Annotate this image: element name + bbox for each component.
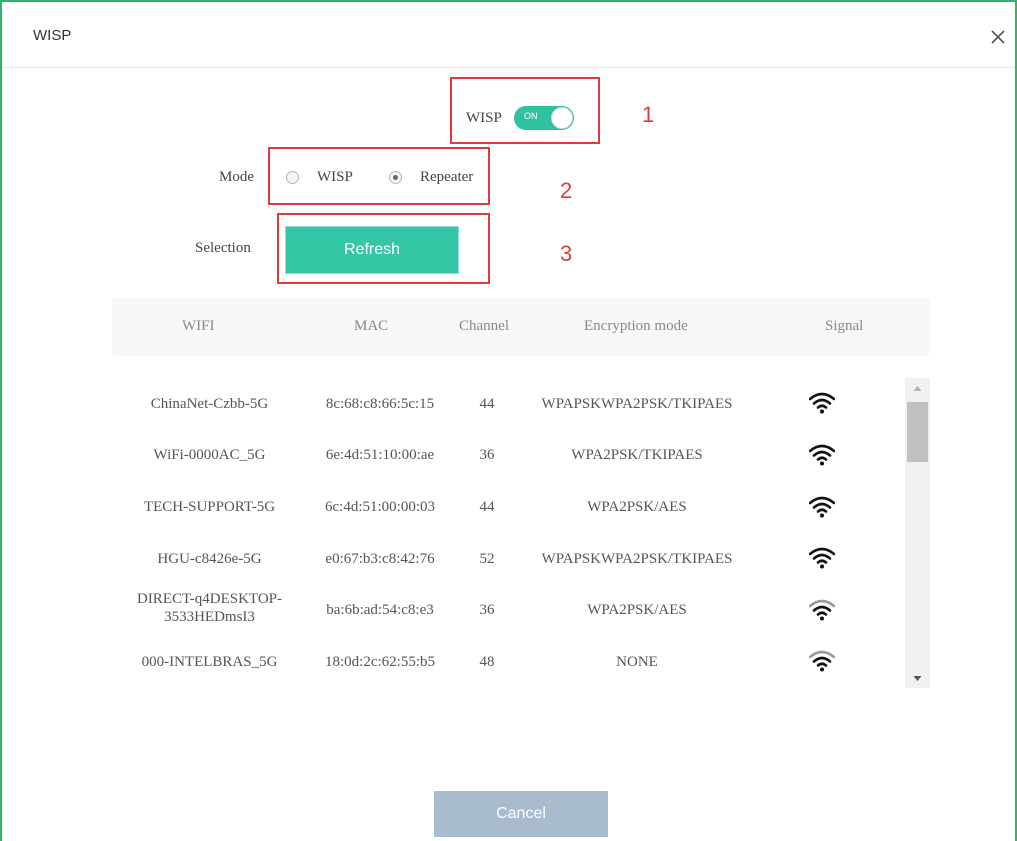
- cell-channel: 52: [479, 551, 495, 567]
- table-row[interactable]: ChinaNet-Czbb-5G 8c:68:c8:66:5c:15 44 WP…: [112, 378, 902, 430]
- cell-mac: 6e:4d:51:10:00:ae: [325, 447, 435, 463]
- table-row[interactable]: TECH-SUPPORT-5G 6c:4d:51:00:00:03 44 WPA…: [112, 482, 902, 534]
- radio-repeater-label: Repeater: [420, 169, 474, 185]
- toggle-knob: [551, 107, 573, 129]
- scroll-up-arrow-icon[interactable]: [905, 378, 930, 398]
- scroll-down-arrow-icon[interactable]: [905, 668, 930, 688]
- wifi-signal-medium-icon: [808, 599, 836, 626]
- cell-channel: 36: [479, 602, 495, 618]
- wisp-dialog: WISP 1 2 3 WISP ON Mode WISP Repeater Se…: [0, 0, 1017, 841]
- mode-option-repeater[interactable]: Repeater: [389, 169, 473, 186]
- table-header: WIFI MAC Channel Encryption mode Signal: [112, 298, 930, 356]
- table-row[interactable]: HGU-c8426e-5G e0:67:b3:c8:42:76 52 WPAPS…: [112, 534, 902, 586]
- wifi-signal-strong-icon: [808, 547, 836, 574]
- cell-wifi: TECH-SUPPORT-5G: [143, 499, 276, 515]
- wisp-toggle-switch[interactable]: ON: [514, 106, 574, 130]
- wisp-toggle-label: WISP: [466, 110, 502, 126]
- mode-option-wisp[interactable]: WISP: [286, 169, 353, 186]
- radio-wisp-label: WISP: [317, 169, 353, 185]
- cell-channel: 36: [479, 447, 495, 463]
- cell-mac: 18:0d:2c:62:55:b5: [325, 654, 435, 670]
- table-row[interactable]: DIRECT-q4DESKTOP-3533HEDmsI3 ba:6b:ad:54…: [112, 586, 902, 638]
- table-scrollbar[interactable]: [905, 378, 930, 688]
- header-mac: MAC: [354, 318, 389, 334]
- scroll-thumb[interactable]: [907, 402, 928, 462]
- cell-encryption: WPA2PSK/AES: [587, 602, 687, 618]
- mode-label: Mode: [219, 169, 254, 185]
- close-icon[interactable]: [987, 26, 1009, 48]
- radio-repeater[interactable]: [389, 171, 402, 184]
- header-signal: Signal: [825, 318, 864, 334]
- cell-mac: e0:67:b3:c8:42:76: [325, 551, 435, 567]
- header-channel: Channel: [459, 318, 509, 334]
- cell-wifi: HGU-c8426e-5G: [157, 551, 262, 567]
- cell-encryption: WPA2PSK/TKIPAES: [571, 447, 703, 463]
- cell-encryption: WPAPSKWPA2PSK/TKIPAES: [541, 551, 733, 567]
- cell-wifi: ChinaNet-Czbb-5G: [150, 396, 269, 412]
- cell-wifi: 000-INTELBRAS_5G: [141, 654, 278, 670]
- cell-mac: 8c:68:c8:66:5c:15: [325, 396, 435, 412]
- cell-encryption: WPAPSKWPA2PSK/TKIPAES: [541, 396, 733, 412]
- wifi-signal-strong-icon: [808, 444, 836, 471]
- wifi-signal-strong-icon: [808, 496, 836, 523]
- cell-wifi: DIRECT-q4DESKTOP-3533HEDmsI3: [136, 591, 282, 625]
- dialog-title: WISP: [33, 27, 72, 44]
- cell-encryption: NONE: [616, 654, 658, 670]
- header-encryption: Encryption mode: [584, 318, 688, 334]
- cell-wifi: WiFi-0000AC_5G: [153, 447, 266, 463]
- header-wifi: WIFI: [182, 318, 215, 334]
- cell-channel: 48: [479, 654, 495, 670]
- annotation-number-2: 2: [560, 178, 573, 203]
- cell-mac: ba:6b:ad:54:c8:e3: [326, 602, 434, 618]
- wifi-signal-medium-icon: [808, 650, 836, 677]
- radio-wisp[interactable]: [286, 171, 299, 184]
- cell-mac: 6c:4d:51:00:00:03: [325, 499, 435, 515]
- cell-channel: 44: [479, 396, 495, 412]
- refresh-button[interactable]: Refresh: [285, 226, 459, 274]
- cancel-button[interactable]: Cancel: [434, 791, 608, 837]
- cell-channel: 44: [479, 499, 495, 515]
- annotation-number-1: 1: [642, 102, 655, 127]
- table-row[interactable]: 000-INTELBRAS_5G 18:0d:2c:62:55:b5 48 NO…: [112, 638, 902, 690]
- cell-encryption: WPA2PSK/AES: [587, 499, 687, 515]
- annotation-number-3: 3: [560, 241, 573, 266]
- dialog-header: WISP: [2, 2, 1015, 68]
- selection-label: Selection: [195, 240, 251, 256]
- table-row[interactable]: WiFi-0000AC_5G 6e:4d:51:10:00:ae 36 WPA2…: [112, 430, 902, 482]
- wifi-signal-strong-icon: [808, 392, 836, 419]
- toggle-state-text: ON: [524, 111, 538, 121]
